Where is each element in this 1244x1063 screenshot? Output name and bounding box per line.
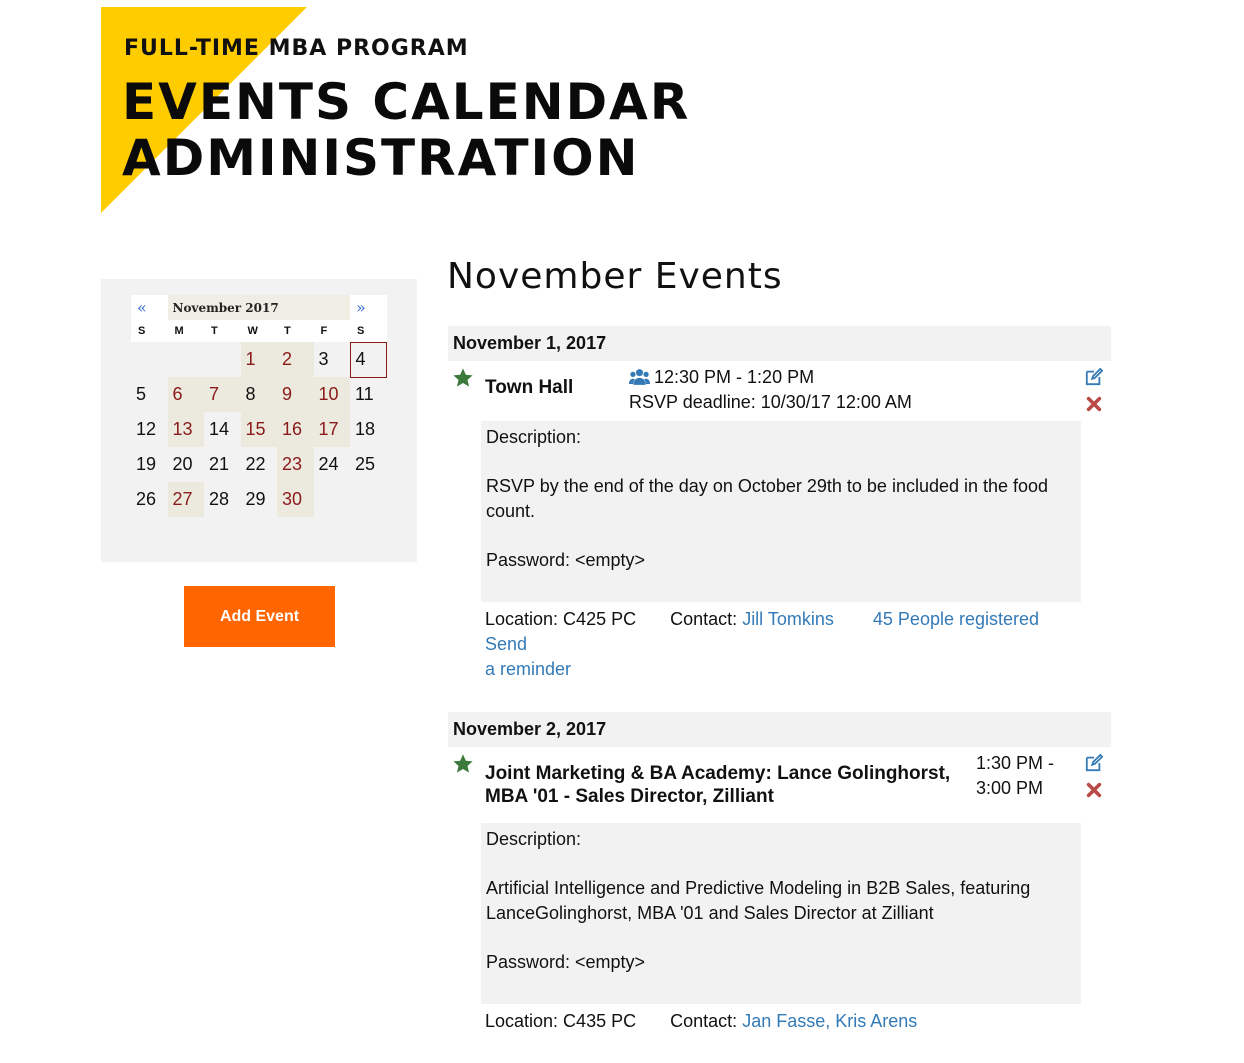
calendar-month-label: November 2017 (167, 295, 350, 320)
calendar-day-event[interactable]: 13 (167, 412, 204, 447)
calendar-day: 25 (355, 454, 376, 474)
weekday-label: M (167, 320, 204, 342)
calendar-day-event[interactable]: 10 (313, 377, 350, 412)
calendar-day: 21 (209, 454, 230, 474)
mini-calendar: « November 2017 » S M T W T F S 1 2 3 4 … (131, 295, 387, 517)
event-rsvp-deadline: RSVP deadline: 10/30/17 12:00 AM (629, 392, 912, 412)
contact-label: Contact: (670, 1011, 738, 1031)
calendar-day: 12 (136, 419, 157, 439)
page-title: EVENTS CALENDAR ADMINISTRATION (122, 74, 690, 186)
weekday-header-row: S M T W T F S (131, 320, 387, 342)
calendar-day-event[interactable]: 23 (277, 447, 314, 482)
delete-x-icon[interactable] (1085, 395, 1103, 413)
event-date-header: November 1, 2017 (448, 326, 1111, 361)
calendar-day-today: 4 (349, 341, 387, 378)
calendar-week: 12 13 14 15 16 17 18 (131, 412, 387, 447)
contact-label: Contact: (670, 609, 738, 629)
calendar-day-empty (168, 342, 205, 377)
events-heading: November Events (447, 256, 783, 297)
calendar-day: 28 (209, 489, 230, 509)
calendar-day-event[interactable]: 15 (240, 412, 277, 447)
program-label: FULL-TIME MBA PROGRAM (124, 36, 469, 61)
event-time: 1:30 PM - 3:00 PM (976, 753, 1055, 798)
weekday-label: W (240, 320, 277, 342)
event-meta: Location: C435 PC Contact: Jan Fasse, Kr… (485, 1009, 1080, 1034)
calendar-day: 26 (136, 489, 157, 509)
calendar-day: 22 (245, 454, 266, 474)
calendar-week: 5 6 7 8 9 10 11 (131, 377, 387, 412)
calendar-day: 5 (136, 384, 147, 404)
calendar-day-empty (131, 342, 168, 377)
event-time: 12:30 PM - 1:20 PM (654, 367, 815, 387)
calendar-day: 3 (318, 349, 329, 369)
send-reminder-link[interactable]: Send a reminder (485, 634, 571, 679)
calendar-day: 18 (355, 419, 376, 439)
calendar-day-event[interactable]: 9 (277, 377, 314, 412)
edit-icon[interactable] (1085, 368, 1103, 386)
weekday-label: S (350, 320, 387, 342)
calendar-day-event[interactable]: 17 (313, 412, 350, 447)
description-label: Description: (486, 829, 582, 849)
users-icon (629, 369, 650, 385)
event-location: Location: C425 PC (485, 609, 637, 629)
calendar-day-event[interactable]: 6 (167, 377, 204, 412)
calendar-day-event[interactable]: 1 (240, 342, 277, 377)
calendar-day: 20 (172, 454, 193, 474)
calendar-week: 19 20 21 22 23 24 25 (131, 447, 387, 482)
calendar-day: 14 (209, 419, 230, 439)
event-meta: Location: C425 PC Contact: Jill Tomkins … (485, 607, 1080, 682)
calendar-day-event[interactable]: 16 (277, 412, 314, 447)
next-month-link[interactable]: » (350, 295, 387, 320)
event-description: Description: Artificial Intelligence and… (481, 823, 1081, 1004)
delete-x-icon[interactable] (1085, 781, 1103, 799)
event-description: Description: RSVP by the end of the day … (481, 421, 1081, 602)
calendar-day-event[interactable]: 2 (277, 342, 314, 377)
event-title: Town Hall (485, 377, 574, 398)
calendar-day-event[interactable]: 30 (277, 482, 314, 517)
calendar-day: 29 (245, 489, 266, 509)
event-date-header: November 2, 2017 (448, 712, 1111, 747)
calendar-day-event[interactable]: 27 (167, 482, 204, 517)
event-location: Location: C435 PC (485, 1011, 637, 1031)
add-event-button[interactable]: Add Event (184, 586, 335, 647)
event-title: Joint Marketing & BA Academy: Lance Goli… (485, 763, 951, 807)
star-icon[interactable] (452, 367, 474, 389)
calendar-week: 1 2 3 4 (131, 341, 387, 378)
calendar-day: 8 (240, 377, 277, 412)
star-icon[interactable] (452, 753, 474, 775)
calendar-day-empty (314, 482, 351, 517)
prev-month-link[interactable]: « (131, 295, 168, 320)
description-label: Description: (486, 427, 582, 447)
event-password: Password: <empty> (486, 951, 646, 972)
weekday-label: F (313, 320, 350, 342)
calendar-day-empty (204, 342, 241, 377)
calendar-day: 24 (318, 454, 339, 474)
calendar-day-empty (350, 482, 387, 517)
event-password: Password: <empty> (486, 549, 646, 570)
contact-link[interactable]: Jill Tomkins (742, 609, 834, 629)
registered-count-link[interactable]: 45 People registered (873, 609, 1039, 629)
calendar-day: 11 (355, 384, 374, 405)
edit-icon[interactable] (1085, 754, 1103, 772)
calendar-week: 26 27 28 29 30 (131, 482, 387, 517)
weekday-label: S (131, 320, 168, 342)
description-text: Artificial Intelligence and Predictive M… (486, 878, 1031, 923)
description-text: RSVP by the end of the day on October 29… (486, 476, 1049, 521)
calendar-day-event[interactable]: 7 (204, 377, 241, 412)
calendar-day: 19 (136, 454, 157, 474)
weekday-label: T (277, 320, 314, 342)
page-title-line-2: ADMINISTRATION (122, 129, 640, 187)
weekday-label: T (204, 320, 241, 342)
contact-link[interactable]: Jan Fasse, Kris Arens (742, 1011, 917, 1031)
page-title-line-1: EVENTS CALENDAR (122, 73, 691, 131)
